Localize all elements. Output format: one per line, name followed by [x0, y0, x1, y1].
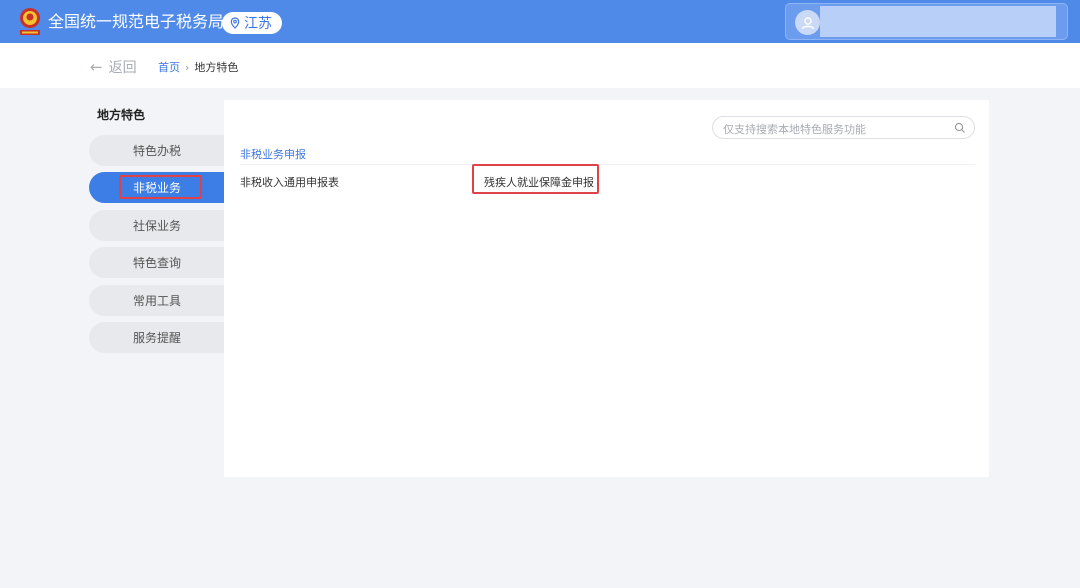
location-pin-icon	[230, 17, 240, 29]
breadcrumb-home-link[interactable]: 首页	[158, 59, 180, 75]
search-placeholder: 仅支持搜索本地特色服务功能	[723, 123, 866, 136]
breadcrumb-bar: ← 返回 首页 › 地方特色	[0, 43, 1080, 88]
user-avatar-icon[interactable]	[795, 10, 820, 35]
back-arrow-icon: ←	[90, 58, 103, 76]
section-title: 非税业务申报	[240, 148, 306, 161]
sidebar-title: 地方特色	[97, 108, 146, 122]
highlight-box-link	[472, 164, 599, 194]
content-panel: 仅支持搜索本地特色服务功能 非税业务申报 非税收入通用申报表 残疾人就业保障金申…	[224, 100, 989, 477]
region-selector[interactable]: 江苏	[222, 12, 282, 34]
sidebar-item-common-tools[interactable]: 常用工具	[89, 285, 225, 316]
breadcrumb: 首页 › 地方特色	[158, 59, 238, 75]
search-icon[interactable]	[954, 122, 966, 134]
row-label: 非税收入通用申报表	[240, 176, 339, 189]
sidebar-item-label: 服务提醒	[132, 331, 181, 345]
region-label: 江苏	[244, 16, 272, 32]
back-button[interactable]: ← 返回	[90, 57, 137, 77]
back-label: 返回	[108, 60, 137, 76]
sidebar-item-label: 社保业务	[132, 219, 181, 233]
sidebar-item-label: 常用工具	[132, 294, 181, 308]
sidebar-item-service-reminder[interactable]: 服务提醒	[89, 322, 225, 353]
sidebar-item-label: 特色办税	[132, 144, 181, 158]
top-header: 全国统一规范电子税务局 江苏	[0, 0, 1080, 43]
tax-emblem-icon[interactable]	[16, 6, 44, 38]
sidebar-item-label: 特色查询	[132, 256, 181, 270]
section-divider	[240, 164, 975, 165]
breadcrumb-separator: ›	[185, 60, 190, 74]
sidebar-item-social-security[interactable]: 社保业务	[89, 210, 225, 241]
user-account-box[interactable]	[785, 3, 1068, 40]
breadcrumb-current: 地方特色	[194, 61, 239, 74]
site-title[interactable]: 全国统一规范电子税务局	[48, 12, 224, 32]
sidebar-item-special-query[interactable]: 特色查询	[89, 247, 225, 278]
user-name-redacted	[820, 6, 1056, 37]
search-input[interactable]: 仅支持搜索本地特色服务功能	[712, 116, 975, 139]
highlight-box-sidebar	[119, 175, 202, 199]
sidebar-item-special-tax[interactable]: 特色办税	[89, 135, 225, 166]
